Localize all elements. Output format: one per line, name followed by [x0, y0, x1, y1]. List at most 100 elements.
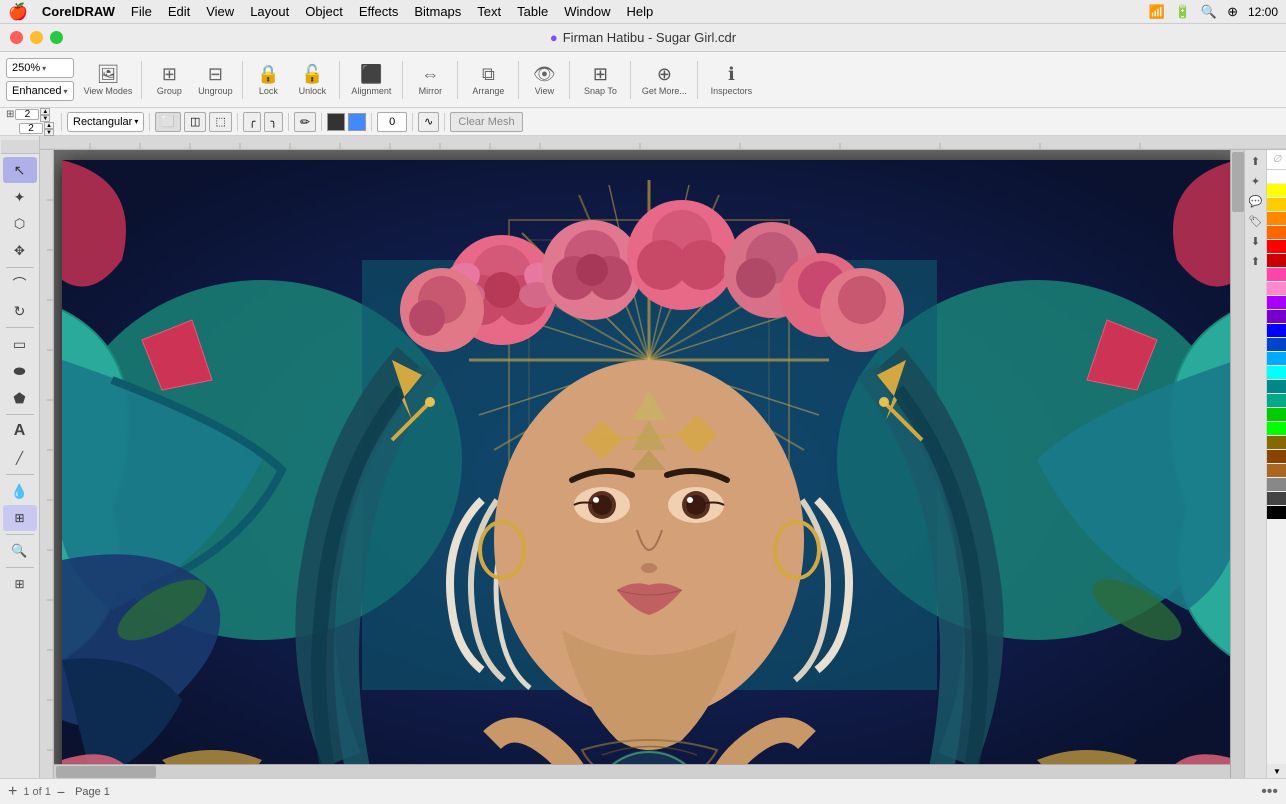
- t2-mode-1[interactable]: ⬜: [155, 112, 181, 132]
- inspectors-btn[interactable]: ℹ Inspectors: [703, 55, 759, 105]
- menu-text[interactable]: Text: [469, 3, 509, 20]
- document-canvas[interactable]: [62, 160, 1237, 778]
- palette-color-teal1[interactable]: [1267, 380, 1286, 394]
- grid-rows-input[interactable]: [15, 109, 39, 120]
- arrange-btn[interactable]: ⧉ Arrange: [463, 55, 513, 105]
- t2-mode-3[interactable]: ⬚: [209, 112, 231, 132]
- curve-tool[interactable]: ⌒: [3, 271, 37, 297]
- palette-color-blue1[interactable]: [1267, 324, 1286, 338]
- scrollbar-thumb-v[interactable]: [1232, 152, 1244, 212]
- eyedropper-tool[interactable]: 🔍: [3, 538, 37, 564]
- ungroup-btn[interactable]: ⊟ Ungroup: [193, 55, 237, 105]
- t2-pen-btn[interactable]: ✏: [294, 112, 316, 132]
- apple-menu[interactable]: 🍎: [8, 2, 28, 22]
- minimize-button[interactable]: [30, 31, 43, 44]
- menu-table[interactable]: Table: [509, 3, 556, 20]
- grid-cols-input[interactable]: [19, 123, 43, 134]
- remove-page-btn[interactable]: −: [57, 785, 65, 799]
- view-btn[interactable]: 👁 View: [524, 55, 564, 105]
- palette-color-yellow2[interactable]: [1267, 198, 1286, 212]
- scrollbar-vertical[interactable]: [1230, 150, 1244, 778]
- rp-up-icon[interactable]: ⬆: [1247, 252, 1265, 270]
- pan-tool[interactable]: ✥: [3, 238, 37, 264]
- menu-edit[interactable]: Edit: [160, 3, 198, 20]
- palette-color-red1[interactable]: [1267, 240, 1286, 254]
- palette-color-teal2[interactable]: [1267, 394, 1286, 408]
- text-tool[interactable]: A: [3, 418, 37, 444]
- alignment-btn[interactable]: ⬛ Alignment: [345, 55, 397, 105]
- palette-no-fill[interactable]: ∅: [1267, 150, 1286, 170]
- group-btn[interactable]: ⊞ Group: [147, 55, 191, 105]
- palette-color-pink2[interactable]: [1267, 282, 1286, 296]
- palette-color-brown1[interactable]: [1267, 450, 1286, 464]
- rect-tool[interactable]: ▭: [3, 331, 37, 357]
- stroke-color-box[interactable]: [348, 113, 366, 131]
- smart-tool[interactable]: ↻: [3, 298, 37, 324]
- menu-effects[interactable]: Effects: [351, 3, 407, 20]
- palette-color-brown2[interactable]: [1267, 464, 1286, 478]
- palette-color-pink1[interactable]: [1267, 268, 1286, 282]
- maximize-button[interactable]: [50, 31, 63, 44]
- control-icon[interactable]: ⊕: [1227, 4, 1238, 20]
- rp-shape-icon[interactable]: ✦: [1247, 172, 1265, 190]
- palette-scroll-down[interactable]: ▼: [1267, 764, 1286, 778]
- palette-color-green2[interactable]: [1267, 422, 1286, 436]
- rp-chat-icon[interactable]: 💬: [1247, 192, 1265, 210]
- palette-color-black[interactable]: [1267, 506, 1286, 520]
- close-button[interactable]: [10, 31, 23, 44]
- palette-color-blue2[interactable]: [1267, 338, 1286, 352]
- callout-tool[interactable]: ╱: [3, 445, 37, 471]
- rows-down-btn[interactable]: ▼: [40, 115, 50, 122]
- rp-select-icon[interactable]: ⬆: [1247, 152, 1265, 170]
- select-tool[interactable]: ↖: [3, 157, 37, 183]
- scrollbar-horizontal[interactable]: [54, 764, 1230, 778]
- view-mode-selector[interactable]: Enhanced ▾: [6, 81, 74, 101]
- palette-color-green1[interactable]: [1267, 408, 1286, 422]
- palette-color-red2[interactable]: [1267, 254, 1286, 268]
- crop-tool[interactable]: ⬡: [3, 211, 37, 237]
- palette-color-purple1[interactable]: [1267, 296, 1286, 310]
- get-more-btn[interactable]: ⊕ Get More...: [636, 55, 692, 105]
- snap-to-btn[interactable]: ⊞ Snap To: [575, 55, 625, 105]
- add-page-btn[interactable]: +: [8, 784, 17, 800]
- zoom-selector[interactable]: 250% ▾: [6, 58, 74, 78]
- palette-color-gray2[interactable]: [1267, 492, 1286, 506]
- polygon-tool[interactable]: ⬟: [3, 385, 37, 411]
- t2-bezier-1[interactable]: ╭: [243, 112, 262, 132]
- unlock-btn[interactable]: 🔓 Unlock: [290, 55, 334, 105]
- mirror-btn[interactable]: ⇔ Mirror: [408, 55, 452, 105]
- palette-color-gray1[interactable]: [1267, 478, 1286, 492]
- cols-down-btn[interactable]: ▼: [44, 129, 54, 136]
- menu-window[interactable]: Window: [556, 3, 618, 20]
- menu-help[interactable]: Help: [618, 3, 661, 20]
- grid-tool[interactable]: ⊞: [3, 571, 37, 597]
- menu-view[interactable]: View: [198, 3, 242, 20]
- mesh-fill-tool[interactable]: ⊞: [3, 505, 37, 531]
- rp-tag-icon[interactable]: 🏷: [1247, 212, 1265, 230]
- menu-bitmaps[interactable]: Bitmaps: [406, 3, 469, 20]
- status-extra[interactable]: •••: [1261, 783, 1278, 801]
- menu-layout[interactable]: Layout: [242, 3, 297, 20]
- t2-mode-2[interactable]: ◫: [184, 112, 206, 132]
- palette-color-cyan2[interactable]: [1267, 366, 1286, 380]
- clear-mesh-btn[interactable]: Clear Mesh: [450, 112, 522, 132]
- palette-color-orange2[interactable]: [1267, 226, 1286, 240]
- lock-btn[interactable]: 🔒 Lock: [248, 55, 288, 105]
- palette-color-white[interactable]: [1267, 170, 1286, 184]
- cols-up-btn[interactable]: ▲: [44, 122, 54, 129]
- view-modes-btn[interactable]: 🖼 View Modes: [80, 55, 137, 105]
- app-name[interactable]: CorelDRAW: [42, 4, 115, 19]
- mesh-value-input[interactable]: [377, 112, 407, 132]
- palette-color-orange1[interactable]: [1267, 212, 1286, 226]
- palette-color-purple2[interactable]: [1267, 310, 1286, 324]
- fill-color-box[interactable]: [327, 113, 345, 131]
- palette-color-yellow1[interactable]: [1267, 184, 1286, 198]
- palette-color-olive[interactable]: [1267, 436, 1286, 450]
- palette-color-cyan1[interactable]: [1267, 352, 1286, 366]
- rows-up-btn[interactable]: ▲: [40, 108, 50, 115]
- shape-dropdown[interactable]: Rectangular ▾: [67, 112, 144, 132]
- fill-tool[interactable]: 💧: [3, 478, 37, 504]
- menu-file[interactable]: File: [123, 3, 160, 20]
- scrollbar-thumb-h[interactable]: [56, 766, 156, 778]
- search-icon[interactable]: 🔍: [1201, 4, 1217, 20]
